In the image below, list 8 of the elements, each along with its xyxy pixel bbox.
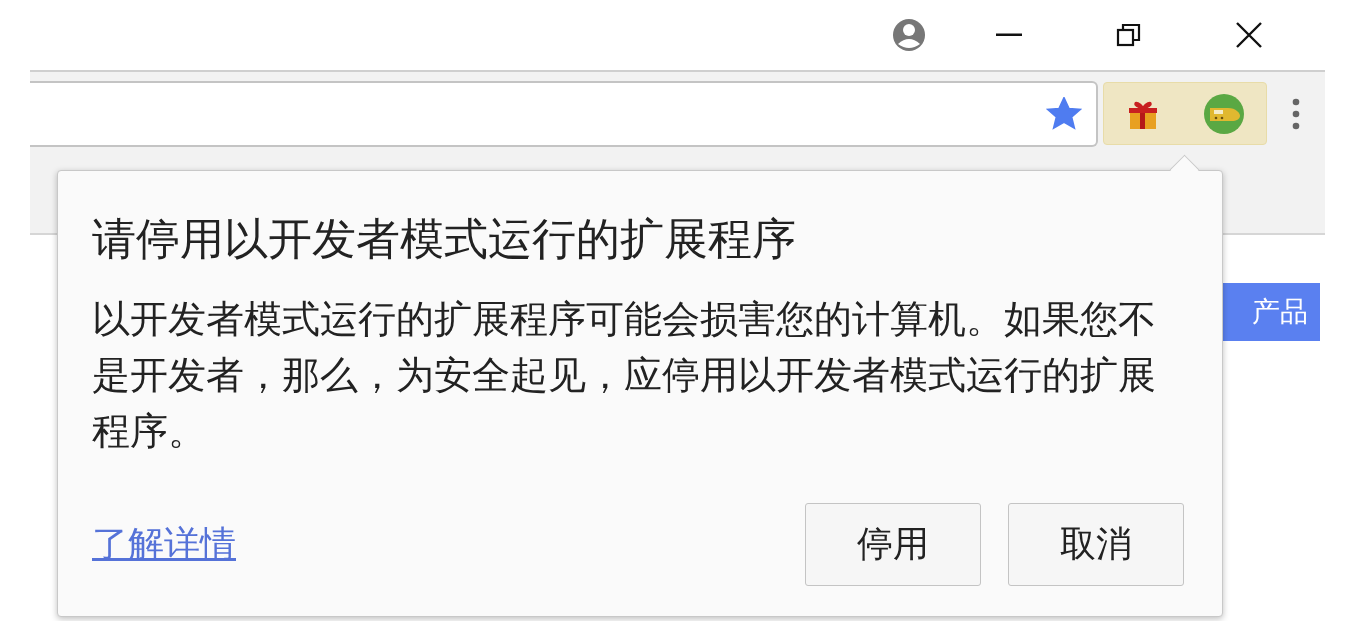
- cancel-button[interactable]: 取消: [1008, 503, 1184, 586]
- popup-title: 请停用以开发者模式运行的扩展程序: [92, 212, 797, 266]
- disable-button[interactable]: 停用: [805, 503, 981, 586]
- address-field[interactable]: [30, 80, 1098, 147]
- popup-message: 以开发者模式运行的扩展程序可能会损害您的计算机。如果您不是开发者，那么，为安全起见，应停用以开发者模式运行的扩展程序。: [92, 296, 1157, 455]
- train-icon[interactable]: [1204, 93, 1244, 134]
- learn-more-link[interactable]: 了解详情: [92, 520, 236, 569]
- star-icon[interactable]: [1046, 96, 1082, 131]
